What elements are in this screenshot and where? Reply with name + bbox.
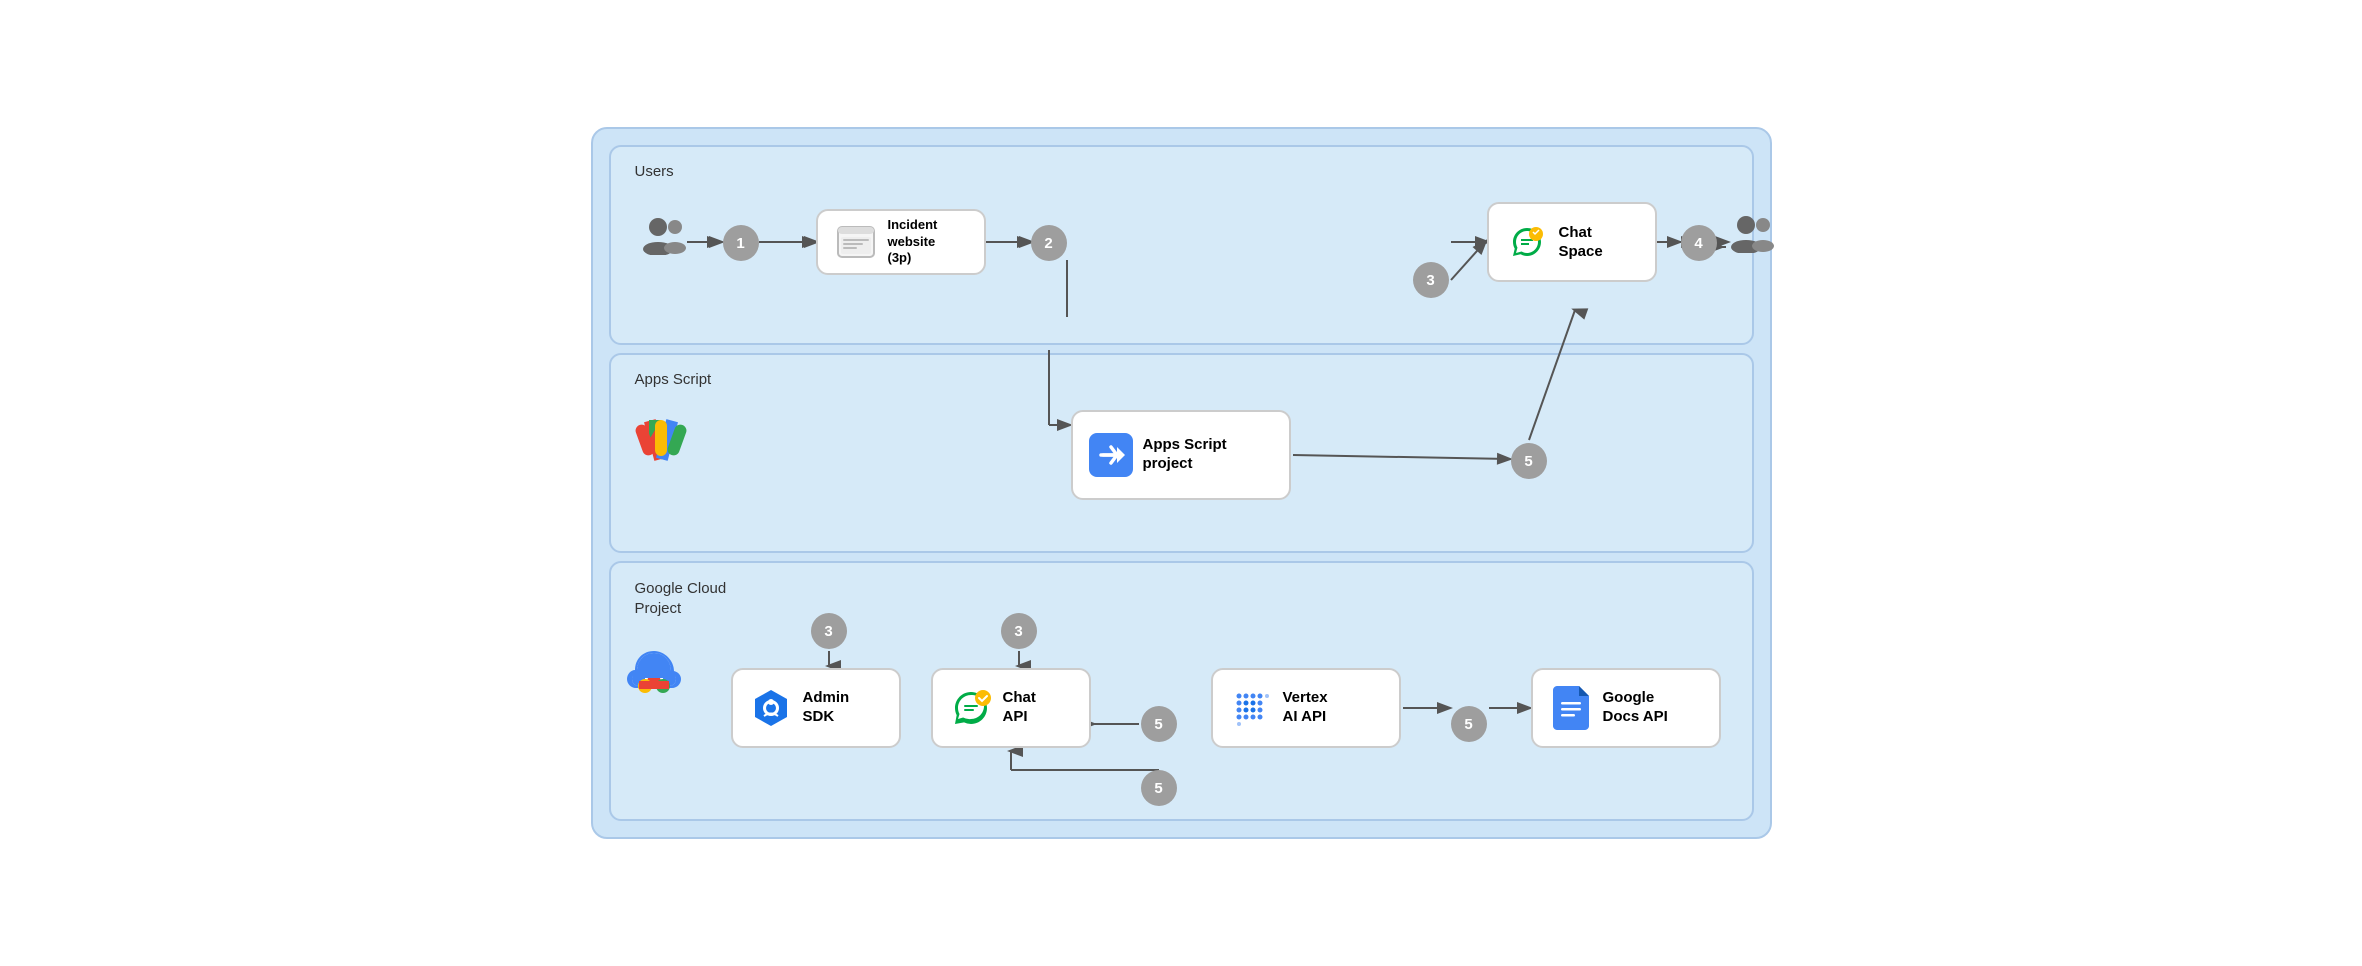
google-docs-api-box: GoogleDocs API [1531, 668, 1721, 748]
admin-sdk-label: AdminSDK [803, 689, 850, 727]
chat-api-icon [949, 686, 993, 730]
diagram-container: Users 1 [591, 127, 1772, 839]
step-2: 2 [1031, 225, 1067, 261]
apps-script-logo [631, 410, 691, 475]
gcloud-row: Google CloudProject 3 [609, 561, 1754, 821]
admin-sdk-box: AdminSDK [731, 668, 901, 748]
step-4: 4 [1681, 225, 1717, 261]
gcloud-logo [623, 643, 685, 700]
vertex-ai-icon [1229, 686, 1273, 730]
apps-script-project-box: Apps Scriptproject [1071, 410, 1291, 500]
chat-space-box: ChatSpace [1487, 202, 1657, 282]
vertex-ai-box: VertexAI API [1211, 668, 1401, 748]
browser-icon [834, 220, 878, 264]
chat-space-icon [1505, 220, 1549, 264]
step-3-mid: 3 [1001, 613, 1037, 649]
chat-space-label: ChatSpace [1559, 223, 1603, 262]
step-3-left: 3 [811, 613, 847, 649]
chat-api-box: ChatAPI [931, 668, 1091, 748]
step-3-row1: 3 [1413, 262, 1449, 298]
step-5-mid: 5 [1141, 706, 1177, 742]
step-5-row2: 5 [1511, 443, 1547, 479]
gcloud-row-label: Google CloudProject [635, 579, 1728, 618]
apps-script-row: Apps Script [609, 353, 1754, 553]
google-docs-api-icon [1549, 686, 1593, 730]
google-docs-api-label: GoogleDocs API [1603, 689, 1668, 727]
users-row: Users 1 [609, 145, 1754, 345]
apps-script-project-label: Apps Scriptproject [1143, 436, 1227, 474]
step-5-bottom: 5 [1141, 770, 1177, 806]
user-icon-right [1729, 215, 1775, 258]
apps-script-project-icon [1089, 433, 1133, 477]
apps-script-row-label: Apps Script [635, 371, 1728, 388]
user-icon-left [641, 217, 687, 265]
admin-sdk-icon [749, 686, 793, 730]
step-1: 1 [723, 225, 759, 261]
step-5-right: 5 [1451, 706, 1487, 742]
incident-website-box: Incidentwebsite(3p) [816, 209, 986, 275]
users-row-label: Users [635, 163, 1728, 180]
vertex-ai-label: VertexAI API [1283, 689, 1328, 727]
incident-website-label: Incidentwebsite(3p) [888, 217, 938, 268]
chat-api-label: ChatAPI [1003, 689, 1036, 727]
